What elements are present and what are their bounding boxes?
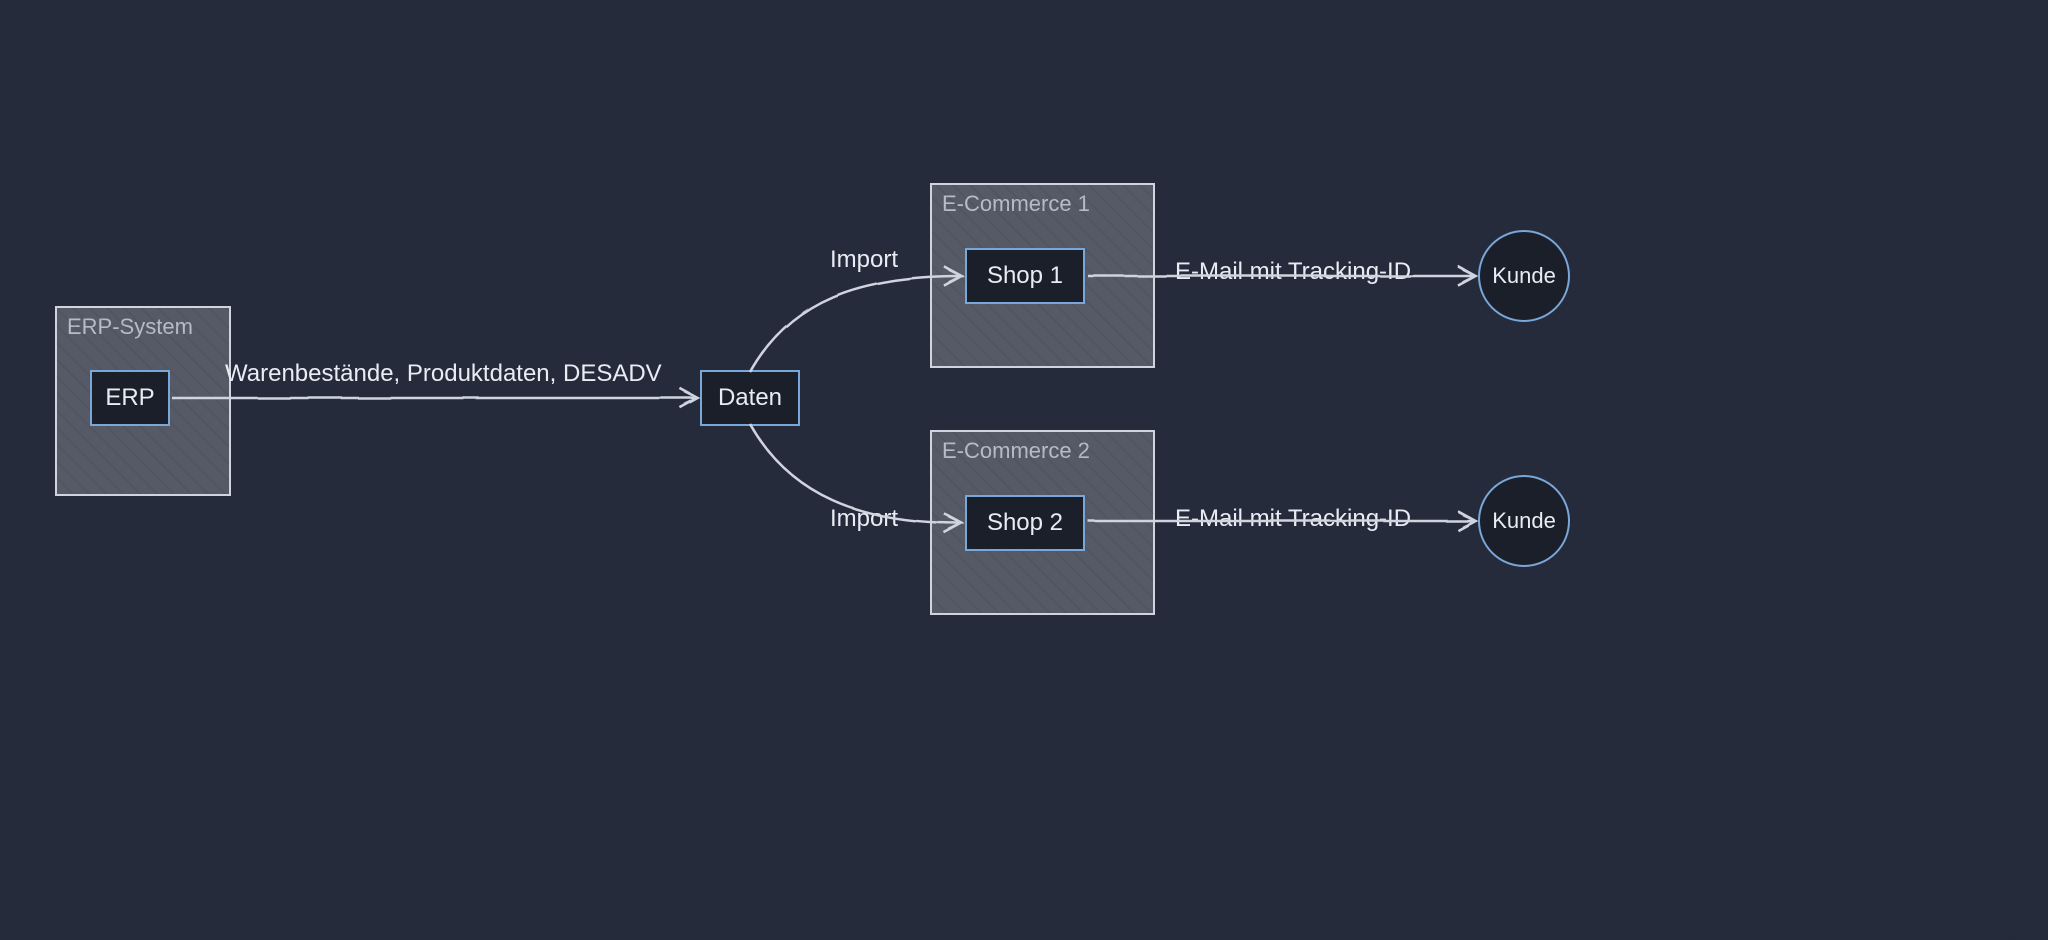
node-daten-label: Daten (718, 384, 782, 412)
edge-label-erp-daten: Warenbestände, Produktdaten, DESADV (225, 360, 662, 388)
node-erp-label: ERP (105, 384, 154, 412)
node-daten: Daten (700, 370, 800, 426)
edge-label-daten-shop2: Import (830, 505, 898, 533)
node-kunde2-label: Kunde (1492, 508, 1556, 534)
node-shop2-label: Shop 2 (987, 509, 1063, 537)
node-erp: ERP (90, 370, 170, 426)
group-erp-title: ERP-System (67, 314, 193, 340)
node-shop2: Shop 2 (965, 495, 1085, 551)
node-kunde1-label: Kunde (1492, 263, 1556, 289)
edge-label-daten-shop1: Import (830, 246, 898, 274)
node-shop1: Shop 1 (965, 248, 1085, 304)
edge-label-shop2-kunde: E-Mail mit Tracking-ID (1175, 505, 1411, 533)
edge-label-shop1-kunde: E-Mail mit Tracking-ID (1175, 258, 1411, 286)
diagram-canvas: ERP-System E-Commerce 1 E-Commerce 2 ERP… (0, 0, 2048, 940)
group-ecom2-title: E-Commerce 2 (942, 438, 1090, 464)
node-kunde-2: Kunde (1478, 475, 1570, 567)
node-shop1-label: Shop 1 (987, 262, 1063, 290)
group-ecom1-title: E-Commerce 1 (942, 191, 1090, 217)
node-kunde-1: Kunde (1478, 230, 1570, 322)
edge-daten-shop1 (750, 276, 960, 372)
